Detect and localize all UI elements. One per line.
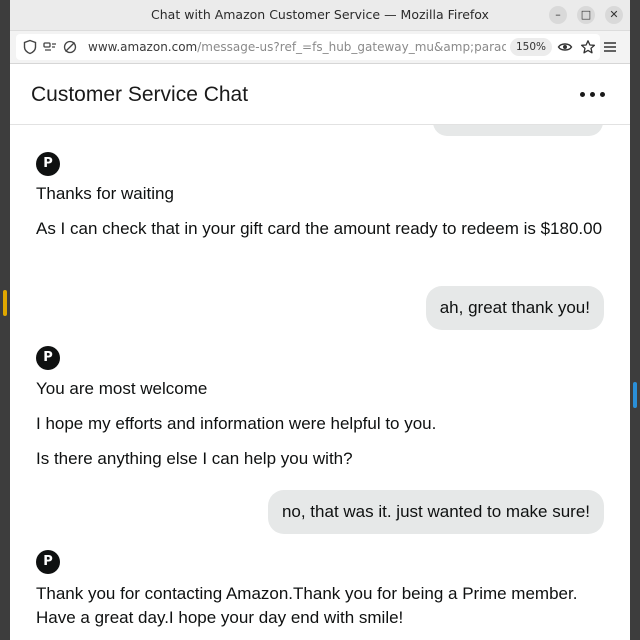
chat-transcript[interactable]: P Thanks for waiting As I can check that… bbox=[10, 125, 630, 640]
url-bar[interactable]: www.amazon.com/message-us?ref_=fs_hub_ga… bbox=[16, 34, 600, 60]
user-message-bubble: ah, great thank you! bbox=[425, 286, 604, 330]
window-title: Chat with Amazon Customer Service — Mozi… bbox=[151, 7, 489, 22]
chat-header: Customer Service Chat bbox=[10, 64, 630, 125]
permissions-icon[interactable] bbox=[42, 39, 58, 55]
maximize-button[interactable]: □ bbox=[577, 6, 595, 24]
bookmark-star-icon[interactable] bbox=[580, 39, 596, 55]
reader-view-icon[interactable] bbox=[557, 39, 573, 55]
page-title: Customer Service Chat bbox=[31, 83, 249, 106]
agent-avatar: P bbox=[36, 550, 60, 574]
url-path: /message-us?ref_=fs_hub_gateway_mu&amp;p… bbox=[197, 40, 506, 54]
hamburger-menu-icon[interactable] bbox=[602, 39, 618, 55]
tracking-protection-icon[interactable] bbox=[62, 39, 78, 55]
shield-icon[interactable] bbox=[22, 39, 38, 55]
agent-message-line: As I can check that in your gift card th… bbox=[36, 219, 603, 238]
close-button[interactable]: ✕ bbox=[605, 6, 623, 24]
agent-avatar: P bbox=[36, 152, 60, 176]
more-options-icon[interactable] bbox=[580, 86, 608, 102]
url-host: www.amazon.com bbox=[88, 40, 198, 54]
desktop-accent-right bbox=[633, 382, 637, 408]
title-bar: Chat with Amazon Customer Service — Mozi… bbox=[10, 0, 630, 31]
minimize-button[interactable]: – bbox=[549, 6, 567, 24]
agent-avatar: P bbox=[36, 346, 60, 370]
user-message-bubble-partial bbox=[433, 125, 603, 136]
zoom-indicator[interactable]: 150% bbox=[510, 38, 553, 56]
desktop-accent-left bbox=[3, 290, 7, 316]
browser-window: Chat with Amazon Customer Service — Mozi… bbox=[10, 0, 630, 640]
user-message-bubble: no, that was it. just wanted to make sur… bbox=[267, 490, 604, 534]
agent-message-line: Thanks for waiting bbox=[36, 184, 174, 203]
agent-message-line: I hope my efforts and information were h… bbox=[36, 414, 437, 433]
agent-message-line: Thank you for contacting Amazon.Thank yo… bbox=[36, 584, 578, 627]
url-text[interactable]: www.amazon.com/message-us?ref_=fs_hub_ga… bbox=[88, 34, 506, 60]
agent-message-line: You are most welcome bbox=[36, 379, 208, 398]
navigation-bar: www.amazon.com/message-us?ref_=fs_hub_ga… bbox=[10, 31, 630, 64]
agent-message-line: Is there anything else I can help you wi… bbox=[36, 449, 353, 468]
